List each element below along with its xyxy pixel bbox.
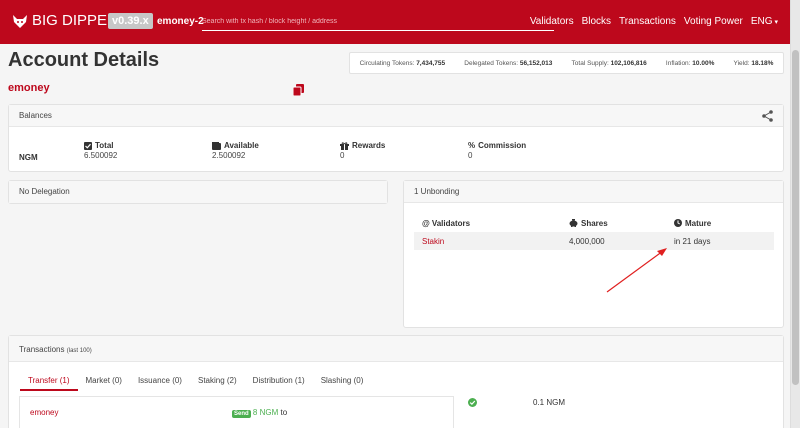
- tx-message: Send 8 NGM to: [232, 408, 288, 418]
- balance-total: Total 6.500092: [84, 141, 117, 160]
- table-row: Stakin 4,000,000 in 21 days: [414, 232, 774, 250]
- copy-icon[interactable]: [293, 84, 304, 96]
- shares-value: 4,000,000: [569, 236, 605, 246]
- unbonding-header: 1 Unbonding: [404, 181, 783, 203]
- yield: Yield: 18.18%: [733, 59, 774, 67]
- total-supply: Total Supply: 102,106,816: [571, 59, 647, 67]
- chain-id: emoney-2: [157, 16, 204, 27]
- delegated-tokens: Delegated Tokens: 56,152,013: [464, 59, 553, 67]
- denom-label: NGM: [19, 153, 38, 162]
- share-icon[interactable]: [762, 110, 773, 122]
- rewards-label: Rewards: [352, 141, 386, 150]
- scrollbar-thumb[interactable]: [792, 50, 799, 385]
- account-name: emoney: [8, 82, 50, 94]
- search-input[interactable]: [202, 13, 554, 31]
- tab-distribution[interactable]: Distribution (1): [245, 376, 313, 391]
- annotation-arrow: [606, 248, 667, 293]
- tx-from-link[interactable]: emoney: [30, 408, 58, 417]
- transactions-title: Transactions: [19, 345, 65, 354]
- unbonding-card: 1 Unbonding @ Validators Shares Mature St…: [403, 180, 784, 328]
- page-title: Account Details: [8, 49, 160, 71]
- tab-slashing[interactable]: Slashing (0): [313, 376, 372, 391]
- tab-staking[interactable]: Staking (2): [190, 376, 245, 391]
- tx-suffix: to: [280, 408, 288, 417]
- unbonding-table: @ Validators Shares Mature Stakin 4,000,0…: [414, 214, 774, 250]
- at-icon: @: [422, 218, 430, 228]
- delegations-card: No Delegation: [8, 180, 388, 204]
- tab-market[interactable]: Market (0): [78, 376, 130, 391]
- chain-stats-bar: Circulating Tokens: 7,434,755 Delegated …: [349, 52, 784, 74]
- delegations-header: No Delegation: [9, 181, 387, 203]
- tx-fee: 0.1 NGM: [533, 398, 566, 407]
- rewards-value: 0: [340, 151, 345, 160]
- transaction-tabs: Transfer (1) Market (0) Issuance (0) Sta…: [20, 376, 371, 391]
- balance-available: Available 2.500092: [212, 141, 259, 160]
- commission-value: 0: [468, 151, 473, 160]
- tx-amount: 8 NGM: [252, 408, 279, 417]
- available-value: 2.500092: [212, 151, 246, 160]
- table-header-row: @ Validators Shares Mature: [414, 214, 774, 232]
- mature-value: in 21 days: [674, 236, 711, 246]
- send-badge: Send: [232, 410, 251, 418]
- scrollbar[interactable]: [790, 0, 800, 428]
- available-label: Available: [224, 141, 259, 150]
- percent-icon: %: [468, 141, 476, 150]
- transactions-header: Transactions (last 100): [9, 336, 783, 362]
- nav-voting-power[interactable]: Voting Power: [684, 16, 743, 27]
- success-check-icon: [468, 398, 477, 407]
- navbar: BIG DIPPER v0.39.x emoney-2 Validators B…: [0, 0, 790, 44]
- balances-header: Balances: [9, 105, 783, 127]
- tab-issuance[interactable]: Issuance (0): [130, 376, 190, 391]
- total-value: 6.500092: [84, 151, 118, 160]
- total-label: Total: [95, 141, 114, 150]
- nav-transactions[interactable]: Transactions: [619, 16, 676, 27]
- inflation: Inflation: 10.00%: [665, 59, 715, 67]
- version-badge: v0.39.x: [108, 13, 153, 29]
- check-square-icon: [84, 141, 92, 150]
- validator-link[interactable]: Stakin: [422, 237, 444, 246]
- language-dropdown[interactable]: ENG: [751, 16, 778, 27]
- col-validators: Validators: [431, 218, 471, 228]
- wallet-icon: [212, 141, 221, 150]
- piggy-bank-icon: [569, 219, 578, 227]
- transaction-row: emoney Send 8 NGM to: [19, 396, 454, 428]
- col-shares: Shares: [581, 218, 608, 228]
- col-mature: Mature: [685, 218, 712, 228]
- balance-rewards: Rewards 0: [340, 141, 385, 160]
- balance-commission: % Commission 0: [468, 141, 526, 160]
- fox-logo-icon[interactable]: [12, 13, 28, 29]
- gift-icon: [340, 141, 349, 150]
- nav-links: Validators Blocks Transactions Voting Po…: [530, 16, 778, 27]
- circulating-tokens: Circulating Tokens: 7,434,755: [359, 59, 446, 67]
- balances-card: Balances NGM Total 6.500092 Available 2.…: [8, 104, 784, 172]
- clock-icon: [674, 219, 682, 227]
- tab-transfer[interactable]: Transfer (1): [20, 376, 78, 391]
- nav-validators[interactable]: Validators: [530, 16, 574, 27]
- commission-label: Commission: [478, 141, 527, 150]
- brand-name[interactable]: BIG DIPPER: [32, 12, 118, 29]
- transactions-card: Transactions (last 100) Transfer (1) Mar…: [8, 335, 784, 428]
- transactions-subtitle: (last 100): [66, 348, 92, 354]
- nav-blocks[interactable]: Blocks: [582, 16, 611, 27]
